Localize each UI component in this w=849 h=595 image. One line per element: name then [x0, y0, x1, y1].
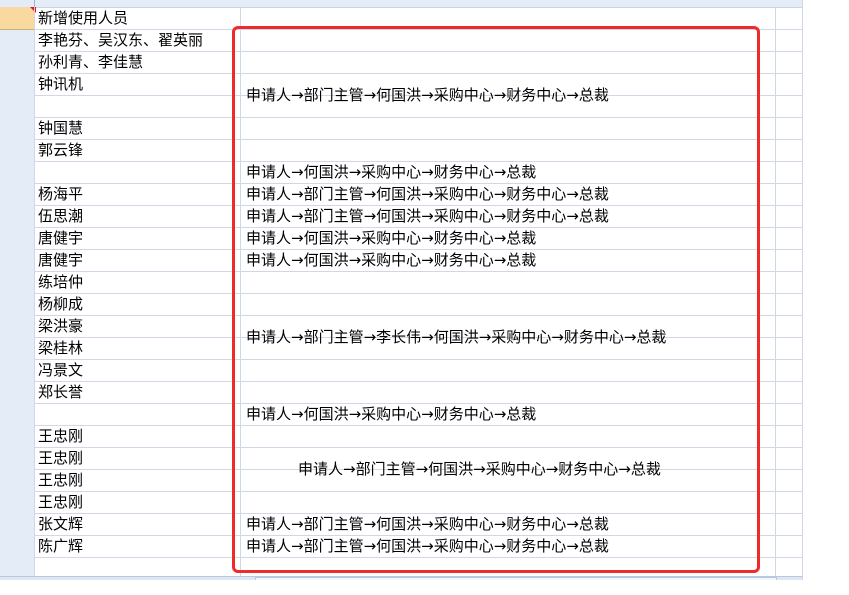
name-cell[interactable]: 孙利青、李佳慧	[38, 51, 143, 73]
row-divider	[34, 139, 803, 140]
row-divider	[34, 51, 803, 52]
name-cell[interactable]: 伍思潮	[38, 205, 83, 227]
row-divider	[34, 381, 803, 382]
approval-flow-cell[interactable]: 申请人→部门主管→何国洪→采购中心→财务中心→总裁	[246, 205, 609, 227]
name-cell[interactable]: 唐健宇	[38, 227, 83, 249]
active-row-header[interactable]	[0, 7, 34, 30]
row-divider	[34, 271, 803, 272]
name-cell[interactable]: 王忠刚	[38, 447, 83, 469]
approval-flow-cell[interactable]: 申请人→何国洪→采购中心→财务中心→总裁	[246, 249, 536, 271]
approval-flow-cell[interactable]: 申请人→何国洪→采购中心→财务中心→总裁	[246, 161, 536, 183]
comment-indicator-icon	[30, 7, 36, 13]
name-cell[interactable]: 李艳芬、吴汉东、翟英丽	[38, 29, 203, 51]
approval-flow-cell[interactable]: 申请人→部门主管→何国洪→采购中心→财务中心→总裁	[246, 84, 609, 106]
row-divider	[34, 293, 803, 294]
name-cell[interactable]: 梁桂林	[38, 337, 83, 359]
name-cell[interactable]: 钟国慧	[38, 117, 83, 139]
name-cell[interactable]: 梁洪豪	[38, 315, 83, 337]
horizontal-scrollbar[interactable]	[255, 577, 777, 580]
name-cell[interactable]: 王忠刚	[38, 469, 83, 491]
approval-flow-cell[interactable]: 申请人→部门主管→何国洪→采购中心→财务中心→总裁	[246, 513, 609, 535]
name-cell[interactable]: 张文辉	[38, 513, 83, 535]
name-cell[interactable]: 杨柳成	[38, 293, 83, 315]
sheet-right-edge	[802, 0, 803, 580]
approval-flow-cell[interactable]: 申请人→部门主管→何国洪→采购中心→财务中心→总裁	[246, 183, 609, 205]
approval-flow-cell[interactable]: 申请人→何国洪→采购中心→财务中心→总裁	[246, 227, 536, 249]
approval-flow-cell[interactable]: 申请人→部门主管→李长伟→何国洪→采购中心→财务中心→总裁	[246, 326, 666, 348]
approval-flow-cell[interactable]: 申请人→部门主管→何国洪→采购中心→财务中心→总裁	[298, 458, 661, 480]
name-cell[interactable]: 练培仲	[38, 271, 83, 293]
name-cell[interactable]: 冯景文	[38, 359, 83, 381]
row-divider	[34, 315, 803, 316]
approval-flow-cell[interactable]: 申请人→部门主管→何国洪→采购中心→财务中心→总裁	[246, 535, 609, 557]
row-divider	[34, 117, 803, 118]
row-divider	[34, 73, 803, 74]
row-divider	[34, 447, 803, 448]
row-divider	[34, 557, 803, 558]
name-cell[interactable]: 郑长誉	[38, 381, 83, 403]
name-cell[interactable]: 王忠刚	[38, 491, 83, 513]
row-divider	[34, 359, 803, 360]
name-cell[interactable]: 钟讯机	[38, 73, 83, 95]
name-cell[interactable]: 唐健宇	[38, 249, 83, 271]
spreadsheet-grid[interactable]: 新增使用人员 李艳芬、吴汉东、翟英丽 孙利青、李佳慧 钟讯机 钟国慧 郭云锋 杨…	[0, 0, 803, 580]
row-header-column[interactable]	[0, 0, 35, 580]
row-divider	[34, 491, 803, 492]
name-cell[interactable]: 郭云锋	[38, 139, 83, 161]
name-cell[interactable]: 陈广辉	[38, 535, 83, 557]
header-cell[interactable]: 新增使用人员	[38, 7, 128, 29]
approval-flow-cell[interactable]: 申请人→何国洪→采购中心→财务中心→总裁	[246, 403, 536, 425]
row-divider	[34, 425, 803, 426]
name-cell[interactable]: 王忠刚	[38, 425, 83, 447]
name-cell[interactable]: 杨海平	[38, 183, 83, 205]
